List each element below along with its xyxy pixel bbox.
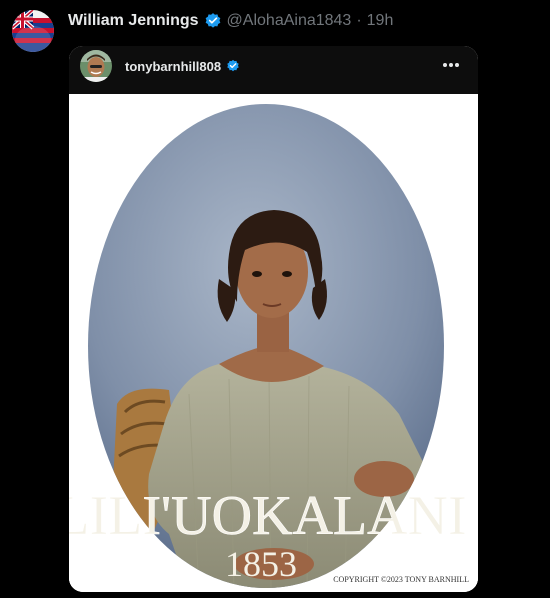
- hawaii-flag-avatar-icon: [12, 10, 54, 52]
- embed-username[interactable]: tonybarnhill808: [125, 59, 221, 74]
- more-options-button[interactable]: [438, 54, 464, 76]
- image-copyright-text: COPYRIGHT ©2023 TONY BARNHILL: [333, 575, 469, 584]
- post-header: William Jennings @AlohaAina1843 · 19h: [68, 11, 393, 31]
- embed-author-avatar[interactable]: [80, 50, 112, 82]
- verified-badge-icon: [226, 59, 240, 73]
- embedded-post-header: tonybarnhill808: [69, 46, 478, 95]
- profile-photo-avatar-icon: [80, 50, 112, 82]
- author-handle[interactable]: @AlohaAina1843: [227, 12, 352, 30]
- author-name[interactable]: William Jennings: [68, 12, 199, 30]
- post-image[interactable]: LILI'UOKALANI 1853 COPYRIGHT ©2023 TONY …: [69, 94, 478, 592]
- embed-author: tonybarnhill808: [125, 57, 240, 75]
- verified-badge-icon: [204, 12, 222, 30]
- more-dots-icon: [443, 63, 459, 67]
- image-year-text: 1853: [225, 544, 297, 584]
- meta-separator: ·: [356, 12, 362, 29]
- image-title-text: LILI'UOKALANI: [69, 485, 467, 547]
- author-avatar[interactable]: [12, 10, 54, 52]
- portrait-image: LILI'UOKALANI 1853 COPYRIGHT ©2023 TONY …: [69, 94, 478, 592]
- post-timestamp[interactable]: 19h: [367, 12, 394, 30]
- embedded-post-card[interactable]: tonybarnhill808 LILI'UOKALANI 1853 COPYR…: [69, 46, 478, 592]
